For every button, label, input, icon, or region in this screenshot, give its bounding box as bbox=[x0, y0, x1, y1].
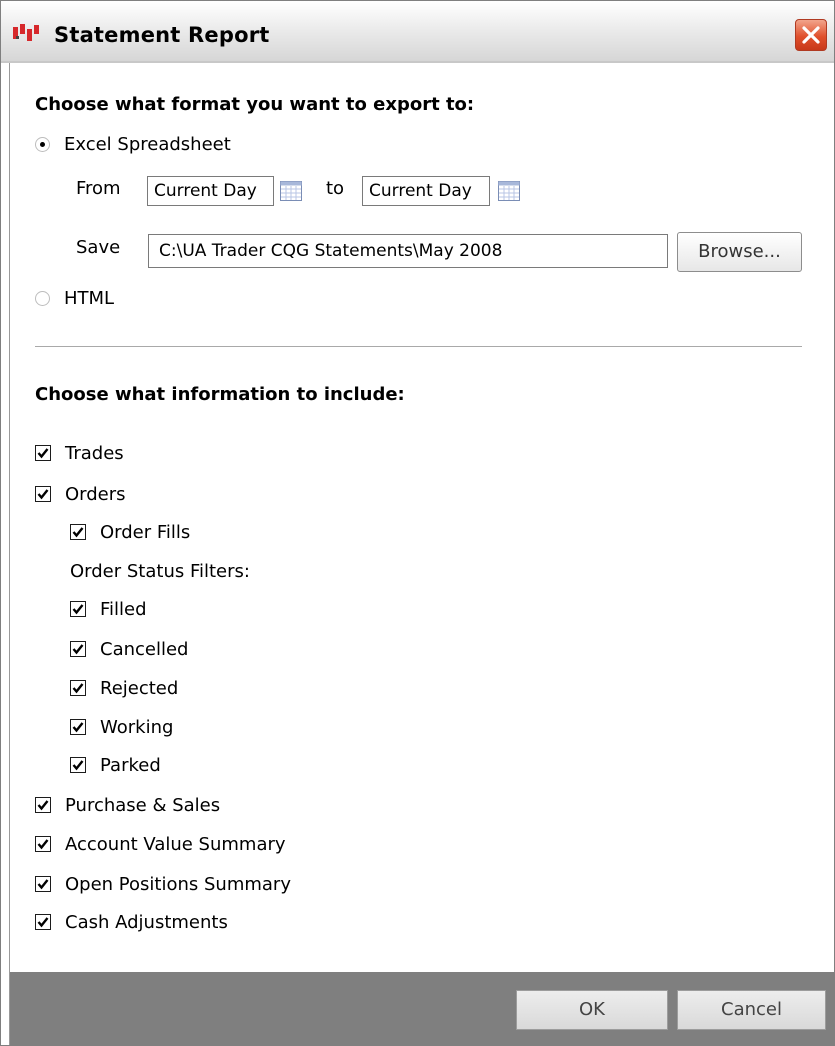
statement-report-dialog: Statement Report Choose what format you … bbox=[0, 0, 835, 1046]
open-positions-checkbox[interactable] bbox=[35, 876, 51, 892]
cancel-button[interactable]: Cancel bbox=[677, 990, 826, 1030]
orders-option[interactable]: Orders bbox=[35, 481, 126, 507]
save-label: Save bbox=[76, 237, 121, 258]
excel-label: Excel Spreadsheet bbox=[64, 133, 231, 155]
cash-adjustments-label: Cash Adjustments bbox=[65, 911, 228, 933]
window-frame-left bbox=[1, 63, 10, 1045]
check-icon bbox=[72, 644, 84, 655]
filled-option[interactable]: Filled bbox=[70, 596, 147, 622]
parked-checkbox[interactable] bbox=[70, 757, 86, 773]
check-icon bbox=[72, 760, 84, 771]
rejected-option[interactable]: Rejected bbox=[70, 675, 178, 701]
order-fills-option[interactable]: Order Fills bbox=[70, 519, 190, 545]
status-filters-label: Order Status Filters: bbox=[70, 561, 250, 582]
check-icon bbox=[72, 683, 84, 694]
check-icon bbox=[37, 839, 49, 850]
order-fills-checkbox[interactable] bbox=[70, 524, 86, 540]
cancelled-label: Cancelled bbox=[100, 638, 189, 660]
excel-radio[interactable] bbox=[35, 136, 50, 152]
working-label: Working bbox=[100, 716, 174, 738]
section-divider bbox=[35, 346, 802, 347]
browse-button[interactable]: Browse... bbox=[677, 232, 802, 272]
rejected-label: Rejected bbox=[100, 677, 179, 699]
app-icon bbox=[13, 24, 39, 41]
trades-option[interactable]: Trades bbox=[35, 440, 124, 466]
save-path-input[interactable]: C:\UA Trader CQG Statements\May 2008 bbox=[148, 234, 668, 268]
check-icon bbox=[37, 800, 49, 811]
open-positions-label: Open Positions Summary bbox=[65, 873, 291, 895]
calendar-icon[interactable] bbox=[280, 181, 302, 201]
check-icon bbox=[37, 448, 49, 459]
trades-checkbox[interactable] bbox=[35, 445, 51, 461]
title-bar[interactable]: Statement Report bbox=[1, 1, 834, 63]
orders-checkbox[interactable] bbox=[35, 486, 51, 502]
check-icon bbox=[37, 489, 49, 500]
check-icon bbox=[37, 879, 49, 890]
close-button[interactable] bbox=[795, 19, 827, 51]
check-icon bbox=[72, 722, 84, 733]
export-format-heading: Choose what format you want to export to… bbox=[35, 94, 475, 115]
cash-adjustments-checkbox[interactable] bbox=[35, 914, 51, 930]
to-date-field[interactable]: Current Day bbox=[362, 176, 490, 206]
window-title: Statement Report bbox=[54, 23, 270, 47]
filled-checkbox[interactable] bbox=[70, 601, 86, 617]
to-label: to bbox=[326, 178, 345, 199]
filled-label: Filled bbox=[100, 598, 147, 620]
rejected-checkbox[interactable] bbox=[70, 680, 86, 696]
parked-option[interactable]: Parked bbox=[70, 752, 161, 778]
orders-label: Orders bbox=[65, 483, 126, 505]
parked-label: Parked bbox=[100, 754, 161, 776]
order-fills-label: Order Fills bbox=[100, 521, 191, 543]
calendar-icon[interactable] bbox=[498, 181, 520, 201]
working-option[interactable]: Working bbox=[70, 714, 173, 740]
html-label: HTML bbox=[64, 287, 115, 309]
check-icon bbox=[72, 527, 84, 538]
from-label: From bbox=[76, 178, 121, 199]
open-positions-option[interactable]: Open Positions Summary bbox=[35, 871, 291, 897]
include-heading: Choose what information to include: bbox=[35, 384, 405, 405]
trades-label: Trades bbox=[65, 442, 124, 464]
working-checkbox[interactable] bbox=[70, 719, 86, 735]
html-option[interactable]: HTML bbox=[35, 285, 114, 311]
check-icon bbox=[72, 604, 84, 615]
purchase-sales-checkbox[interactable] bbox=[35, 797, 51, 813]
account-value-checkbox[interactable] bbox=[35, 836, 51, 852]
html-radio[interactable] bbox=[35, 290, 50, 306]
check-icon bbox=[37, 917, 49, 928]
dialog-footer: OK Cancel bbox=[10, 972, 834, 1045]
purchase-sales-label: Purchase & Sales bbox=[65, 794, 221, 816]
cash-adjustments-option[interactable]: Cash Adjustments bbox=[35, 909, 228, 935]
account-value-label: Account Value Summary bbox=[65, 833, 286, 855]
excel-option[interactable]: Excel Spreadsheet bbox=[35, 131, 231, 157]
purchase-sales-option[interactable]: Purchase & Sales bbox=[35, 792, 220, 818]
account-value-option[interactable]: Account Value Summary bbox=[35, 831, 286, 857]
from-date-field[interactable]: Current Day bbox=[147, 176, 274, 206]
close-icon bbox=[802, 26, 820, 44]
cancelled-option[interactable]: Cancelled bbox=[70, 636, 188, 662]
ok-button[interactable]: OK bbox=[516, 990, 668, 1030]
cancelled-checkbox[interactable] bbox=[70, 641, 86, 657]
